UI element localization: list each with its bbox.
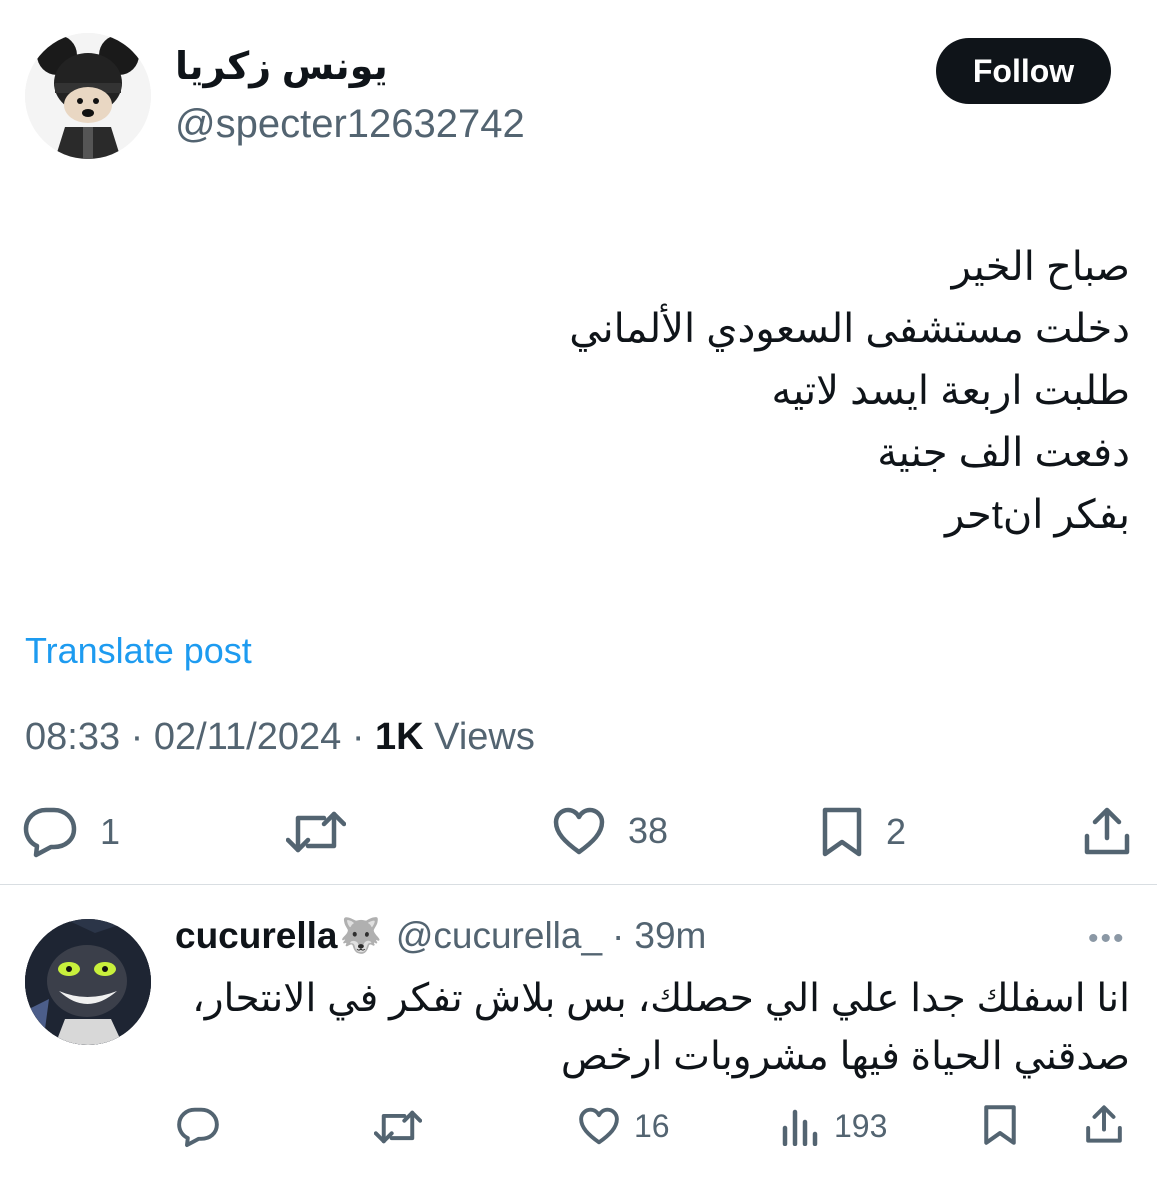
bookmark-icon: [984, 1105, 1016, 1145]
meta-separator: ·: [351, 716, 376, 758]
reply-author-name[interactable]: cucurella: [175, 915, 337, 957]
post-date[interactable]: 02/11/2024: [154, 716, 341, 758]
repost-arrows-icon: [286, 811, 346, 853]
post-text-line: بفكر انtحر: [944, 493, 1130, 537]
reply-author-avatar[interactable]: [25, 919, 151, 1045]
post-text-line: دفعت الف جنية: [877, 431, 1130, 475]
post-text-line: صباح الخير: [951, 245, 1130, 289]
cartoon-character-avatar-image: [25, 919, 151, 1045]
author-handle[interactable]: @specter12632742: [175, 102, 525, 147]
author-display-name[interactable]: يونس زكريا: [175, 44, 388, 89]
post-metadata: 08:33 · 02/11/2024 · 1K Views: [25, 716, 535, 759]
author-avatar[interactable]: [25, 33, 151, 159]
share-button[interactable]: [1083, 806, 1131, 856]
wolf-emoji-icon: 🐺: [339, 917, 382, 955]
reply-like-button[interactable]: 16: [578, 1106, 670, 1146]
share-upload-icon: [1086, 1105, 1122, 1143]
post-text: صباح الخير دخلت مستشفى السعودي الألماني …: [130, 236, 1130, 546]
views-count: 1K: [375, 716, 424, 758]
like-count: 38: [628, 810, 669, 851]
bar-chart-icon: [782, 1109, 818, 1146]
post-text-line: دخلت مستشفى السعودي الألماني: [569, 307, 1130, 351]
reply-text-line: صدقني الحياة فيها مشروبات ارخص: [560, 1035, 1130, 1078]
bookmark-button[interactable]: 2: [820, 806, 906, 858]
bookmark-count: 2: [886, 811, 907, 852]
reply-bookmark-button[interactable]: [982, 1104, 1018, 1146]
reply-views-count: 193: [834, 1107, 888, 1144]
reply-text: انا اسفلك جدا علي الي حصلك، بس بلاش تفكر…: [170, 970, 1130, 1086]
reply-header: cucurella 🐺 @cucurella_ · 39m: [175, 915, 706, 957]
reply-share-button[interactable]: [1085, 1104, 1123, 1144]
reply-time[interactable]: 39m: [634, 915, 706, 957]
repost-arrows-icon: [374, 1110, 422, 1144]
reply-like-count: 16: [634, 1107, 670, 1144]
repost-button[interactable]: [286, 808, 368, 856]
heart-icon: [579, 1107, 619, 1145]
reply-views-button[interactable]: 193: [780, 1106, 887, 1146]
reply-reply-button[interactable]: [176, 1106, 234, 1148]
bookmark-icon: [822, 807, 862, 857]
reply-repost-button[interactable]: [374, 1108, 436, 1146]
like-button[interactable]: 38: [552, 806, 668, 856]
heart-icon: [553, 807, 605, 855]
mouse-character-avatar-image: [25, 33, 151, 159]
translate-post-link[interactable]: Translate post: [25, 630, 252, 672]
speech-bubble-icon: [177, 1107, 219, 1148]
post-text-line: طلبت اربعة ايسد لاتيه: [771, 369, 1130, 413]
reply-text-line: انا اسفلك جدا علي الي حصلك، بس بلاش تفكر…: [192, 977, 1130, 1020]
meta-separator: ·: [612, 915, 625, 956]
speech-bubble-icon: [23, 807, 77, 858]
more-dots-icon[interactable]: •••: [1088, 922, 1126, 956]
section-divider: [0, 884, 1157, 885]
post-time[interactable]: 08:33: [25, 716, 120, 758]
reply-count: 1: [100, 811, 121, 852]
reply-author-handle[interactable]: @cucurella_: [396, 915, 602, 957]
reply-button[interactable]: 1: [22, 806, 120, 858]
views-label: Views: [434, 716, 535, 758]
follow-button[interactable]: Follow: [936, 38, 1111, 104]
meta-separator: ·: [130, 716, 154, 758]
share-upload-icon: [1084, 807, 1130, 855]
